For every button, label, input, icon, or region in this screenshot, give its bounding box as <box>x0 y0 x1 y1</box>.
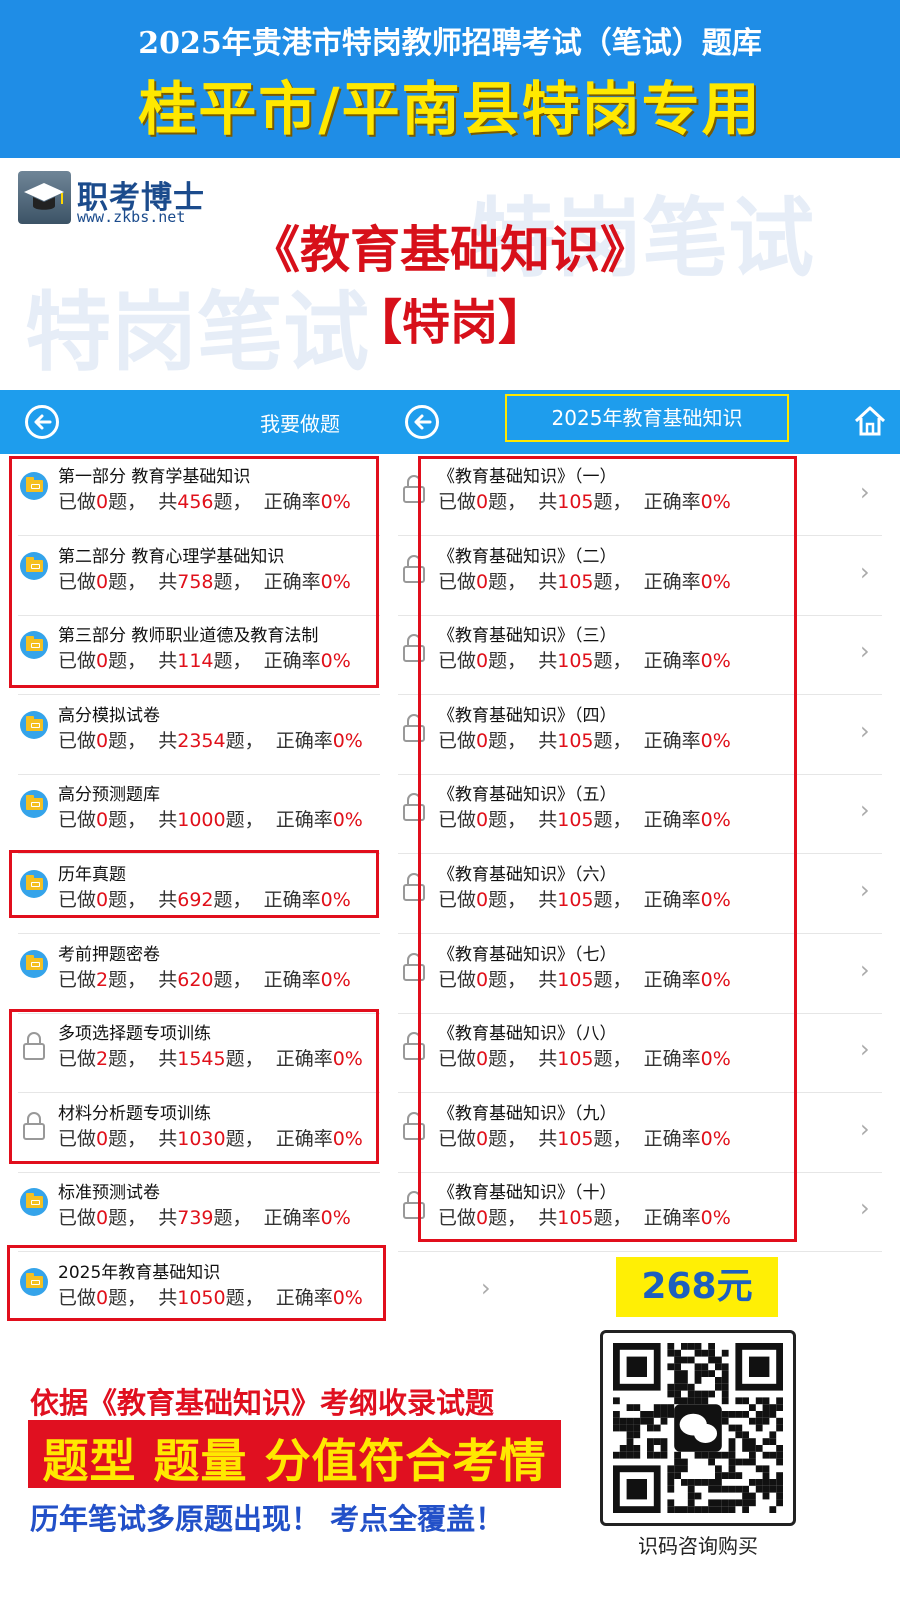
list-item[interactable]: 高分模拟试卷已做0题， 共2354题， 正确率0% <box>18 695 380 775</box>
item-stats: 已做2题， 共620题， 正确率0% <box>58 968 351 991</box>
folder-icon <box>20 790 48 819</box>
top-banner: 2025年贵港市特岗教师招聘考试（笔试）题库 桂平市/平南县特岗专用 <box>0 0 900 158</box>
list-item[interactable]: 考前押题密卷已做2题， 共620题， 正确率0% <box>18 934 380 1014</box>
item-stats: 已做0题， 共739题， 正确率0% <box>58 1207 351 1230</box>
home-icon[interactable] <box>852 403 888 443</box>
banner-headline: 2025年贵港市特岗教师招聘考试（笔试）题库 <box>138 26 762 61</box>
done-count: 0 <box>96 729 109 752</box>
chevron-right-icon: › <box>481 1274 491 1302</box>
total-count: 739 <box>177 1207 214 1230</box>
folder-icon <box>20 949 48 978</box>
highlight-box <box>9 850 379 918</box>
done-count: 0 <box>96 809 109 832</box>
list-item[interactable]: 标准预测试卷已做0题， 共739题， 正确率0% <box>18 1172 380 1253</box>
chevron-right-icon: › <box>860 478 870 506</box>
qr-code[interactable] <box>600 1330 796 1526</box>
price-tag: 268元 <box>616 1257 778 1317</box>
promo-line-2: 题型 题量 分值符合考情 <box>42 1434 547 1488</box>
app-bar: 我要做题 2025年教育基础知识 <box>0 390 900 454</box>
item-title: 标准预测试卷 <box>58 1183 160 1204</box>
done-count: 2 <box>96 968 109 991</box>
back-arrow-icon[interactable] <box>405 405 439 439</box>
back-arrow-icon[interactable] <box>25 405 59 439</box>
chevron-right-icon: › <box>860 796 870 825</box>
accuracy-rate: 0% <box>320 968 351 991</box>
chevron-right-icon: › <box>860 955 870 984</box>
highlight-box <box>9 456 379 688</box>
item-title: 考前押题密卷 <box>58 944 160 965</box>
total-count: 1000 <box>177 809 226 832</box>
accuracy-rate: 0% <box>332 729 363 752</box>
total-count: 2354 <box>177 729 226 752</box>
chevron-right-icon: › <box>860 1114 870 1143</box>
item-stats: 已做0题， 共2354题， 正确率0% <box>58 729 363 752</box>
done-count: 0 <box>96 1207 109 1230</box>
highlight-box <box>9 1009 379 1164</box>
chevron-right-icon: › <box>860 557 870 586</box>
chevron-right-icon: › <box>860 1194 870 1223</box>
accuracy-rate: 0% <box>332 809 363 832</box>
qr-caption: 识码咨询购买 <box>638 1534 758 1558</box>
highlight-box <box>7 1245 386 1321</box>
list-item[interactable]: 高分预测题库已做0题， 共1000题， 正确率0% <box>18 774 380 855</box>
chevron-right-icon: › <box>860 1035 870 1064</box>
folder-icon <box>20 710 48 739</box>
chevron-right-icon: › <box>860 716 870 745</box>
chevron-right-icon: › <box>860 637 870 666</box>
banner-slogan: 桂平市/平南县特岗专用 <box>138 75 762 143</box>
book-title: 《教育基础知识》 <box>250 220 650 279</box>
item-stats: 已做0题， 共1000题， 正确率0% <box>58 809 363 832</box>
accuracy-rate: 0% <box>320 1207 351 1230</box>
chevron-right-icon: › <box>860 876 870 904</box>
right-panel-title: 2025年教育基础知识 <box>505 394 789 442</box>
folder-icon <box>20 1188 48 1217</box>
book-subtitle: 【特岗】 <box>353 295 546 351</box>
item-title: 高分模拟试卷 <box>58 705 160 726</box>
promo-line-3: 历年笔试多原题出现！ 考点全覆盖！ <box>30 1502 505 1536</box>
promo-line-1: 依据《教育基础知识》考纲收录试题 <box>30 1386 495 1420</box>
item-title: 高分预测题库 <box>58 785 160 806</box>
total-count: 620 <box>177 968 214 991</box>
left-panel-title: 我要做题 <box>260 412 340 436</box>
highlight-box <box>418 456 797 1242</box>
